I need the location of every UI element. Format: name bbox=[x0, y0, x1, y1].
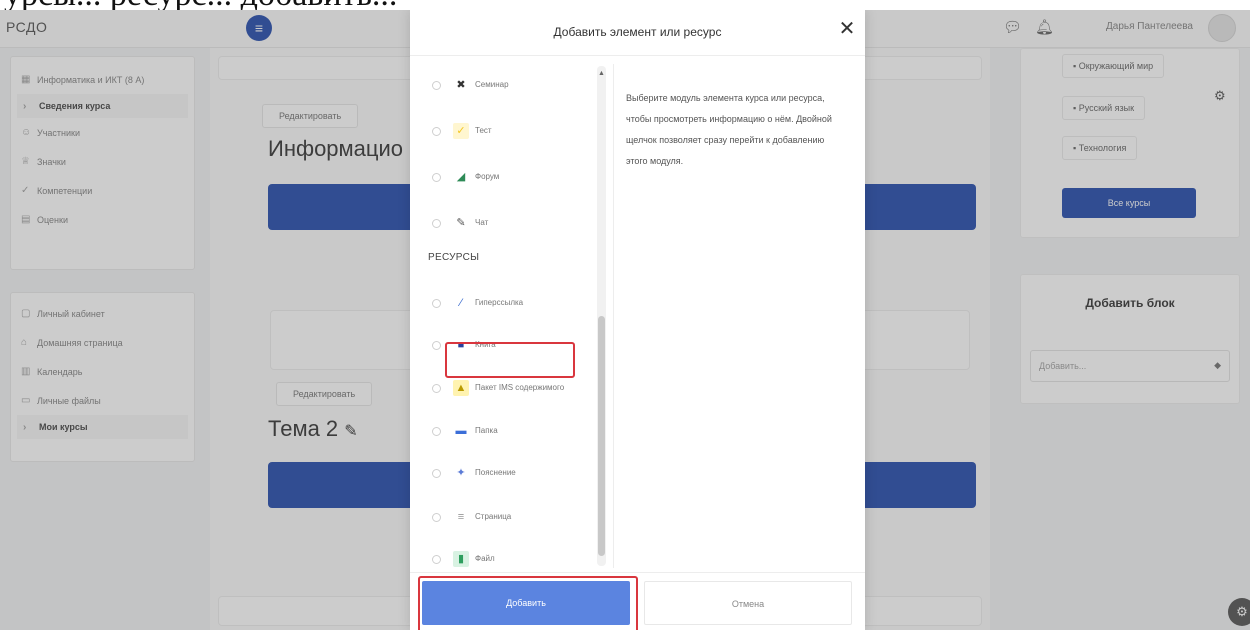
url-option-highlight bbox=[445, 342, 575, 378]
chat-icon: ✎ bbox=[456, 217, 466, 229]
radio-button[interactable] bbox=[432, 340, 441, 350]
module-option-page[interactable]: ≡ Страница bbox=[432, 500, 572, 534]
module-description-pane: Выберите модуль элемента курса или ресур… bbox=[613, 64, 863, 568]
page-icon: ≡ bbox=[457, 511, 465, 523]
caption-text: урсы... ресурс... добавить... bbox=[0, 0, 1250, 10]
modal-footer: Добавить Отмена bbox=[410, 572, 865, 630]
radio-button[interactable] bbox=[432, 298, 441, 308]
ims-package-icon: ▲ bbox=[453, 380, 469, 396]
scroll-up-icon[interactable]: ▲ bbox=[597, 70, 606, 77]
seminar-icon: ✖ bbox=[456, 79, 466, 91]
module-description: Выберите модуль элемента курса или ресур… bbox=[626, 93, 832, 166]
module-option-seminar[interactable]: ✖ Семинар bbox=[432, 68, 572, 102]
add-button-highlight bbox=[418, 576, 638, 630]
file-icon: ▮ bbox=[453, 551, 469, 567]
radio-button[interactable] bbox=[432, 512, 441, 522]
close-button[interactable]: ✕ bbox=[837, 17, 857, 41]
radio-button[interactable] bbox=[432, 218, 441, 228]
radio-button[interactable] bbox=[432, 383, 441, 393]
radio-button[interactable] bbox=[432, 468, 441, 478]
module-option-chat[interactable]: ✎ Чат bbox=[432, 206, 572, 240]
radio-button[interactable] bbox=[432, 172, 441, 182]
module-option-label[interactable]: ✦ Пояснение bbox=[432, 456, 572, 490]
radio-button[interactable] bbox=[432, 80, 441, 90]
module-option-quiz[interactable]: ✓ Тест bbox=[432, 114, 572, 148]
module-option-forum[interactable]: ◢ Форум bbox=[432, 160, 572, 194]
add-activity-modal: Добавить элемент или ресурс ✕ ✖ Семинар … bbox=[410, 10, 865, 630]
quiz-icon: ✓ bbox=[453, 123, 469, 139]
module-option-file[interactable]: ▮ Файл bbox=[432, 542, 572, 568]
caption-strip: урсы... ресурс... добавить... bbox=[0, 0, 1250, 10]
module-list: ✖ Семинар ✓ Тест ◢ Форум ✎ Чат РЕСУРСЫ ⁄… bbox=[422, 64, 622, 568]
close-icon: ✕ bbox=[838, 18, 856, 40]
cancel-button[interactable]: Отмена bbox=[644, 581, 852, 625]
folder-icon: ▬ bbox=[455, 425, 467, 437]
label-icon: ✦ bbox=[456, 467, 466, 479]
modal-title: Добавить элемент или ресурс bbox=[553, 25, 722, 39]
module-option-url[interactable]: ⁄ Гиперссылка bbox=[432, 286, 572, 320]
module-list-scrollbar[interactable]: ▲ bbox=[597, 66, 606, 566]
module-option-folder[interactable]: ▬ Папка bbox=[432, 414, 572, 448]
radio-button[interactable] bbox=[432, 126, 441, 136]
modal-header: Добавить элемент или ресурс ✕ bbox=[410, 10, 865, 56]
scroll-thumb[interactable] bbox=[598, 316, 605, 556]
resources-heading: РЕСУРСЫ bbox=[428, 252, 480, 263]
radio-button[interactable] bbox=[432, 554, 441, 564]
forum-icon: ◢ bbox=[456, 171, 466, 183]
radio-button[interactable] bbox=[432, 426, 441, 436]
link-icon: ⁄ bbox=[460, 297, 462, 309]
